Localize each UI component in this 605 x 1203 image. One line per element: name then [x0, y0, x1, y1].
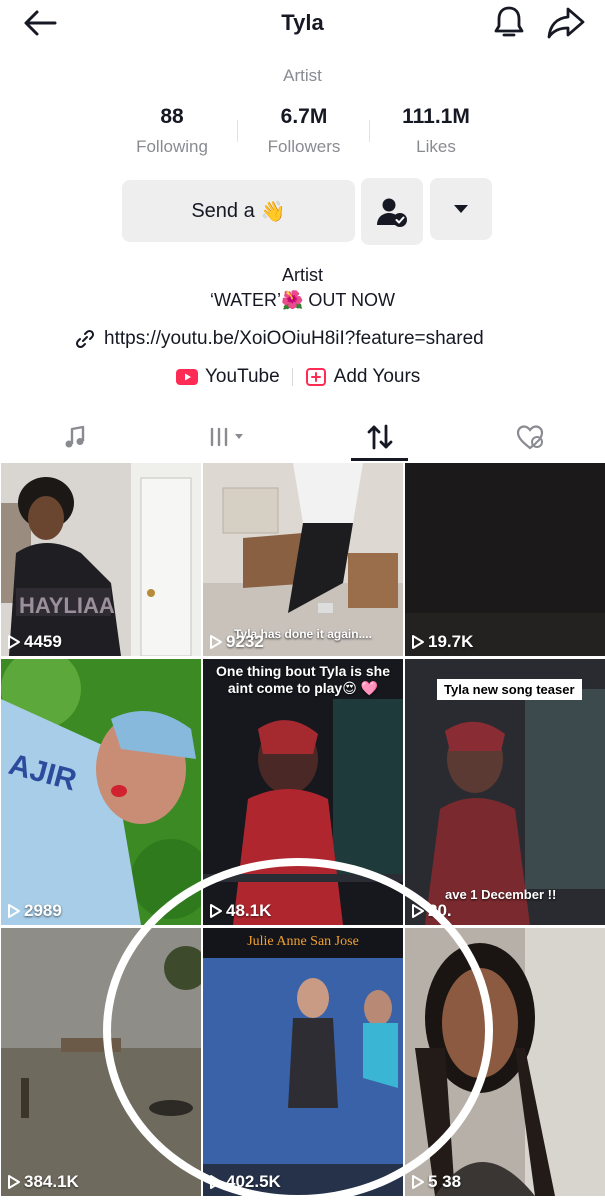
play-icon	[8, 1175, 20, 1189]
video-tile[interactable]: HAYLIAA 4459	[1, 463, 201, 656]
video-tile[interactable]: 5 38	[405, 928, 605, 1196]
svg-text:HAYLIAA: HAYLIAA	[19, 593, 115, 618]
bio-link[interactable]: https://youtu.be/XoiOOiuH8iI?feature=sha…	[74, 326, 484, 352]
bio-line-2: ‘WATER’🌺 OUT NOW	[209, 290, 396, 310]
video-caption: ave 1 December !!	[445, 887, 557, 902]
send-wave-label: Send a	[191, 199, 255, 222]
liked-hidden-icon	[516, 425, 544, 450]
tab-playlists[interactable]	[185, 413, 275, 461]
video-label: Tyla new song teaser	[437, 679, 582, 700]
view-count: 384.1K	[7, 1172, 79, 1192]
bio-link-text: https://youtu.be/XoiOOiuH8iI?feature=sha…	[104, 328, 484, 349]
likes-label: Likes	[416, 137, 456, 156]
active-tab-indicator	[351, 458, 408, 461]
video-thumbnail	[203, 928, 403, 1196]
bio-line-1: Artist	[281, 265, 323, 285]
video-thumbnail	[1, 928, 201, 1196]
profession-label: Artist	[283, 66, 322, 85]
play-icon	[8, 635, 20, 649]
caret-down-icon	[454, 205, 468, 213]
video-tile[interactable]: 384.1K	[1, 928, 201, 1196]
play-icon	[210, 1175, 222, 1189]
notification-bell-button[interactable]	[492, 4, 526, 40]
add-yours-chip-label: Add Yours	[333, 366, 421, 387]
play-icon	[412, 904, 424, 918]
view-count-text: 5 38	[428, 1172, 462, 1191]
youtube-chip-label: YouTube	[205, 366, 280, 387]
view-count: 402.5K	[209, 1172, 281, 1192]
view-count: 20.	[411, 901, 452, 921]
view-count: 4459	[7, 632, 62, 652]
video-caption: One thing bout Tyla is she aint come to …	[216, 663, 390, 696]
wave-emoji-icon: 👋	[260, 200, 286, 223]
video-thumbnail: AJIR	[1, 659, 201, 925]
repost-icon	[367, 424, 393, 450]
play-icon	[412, 1175, 424, 1189]
share-button[interactable]	[546, 6, 586, 40]
youtube-chip[interactable]: YouTube	[176, 366, 280, 388]
video-tile[interactable]: Julie Anne San Jose 402.5K	[203, 928, 403, 1196]
view-count-text: 4459	[24, 632, 62, 651]
view-count-text: 384.1K	[24, 1172, 79, 1191]
youtube-icon	[176, 369, 198, 385]
view-count-text: 20.	[428, 901, 452, 920]
video-tile[interactable]: Tyla new song teaser ave 1 December !! 2…	[405, 659, 605, 925]
followers-count: 6.7M	[280, 105, 328, 128]
video-thumbnail	[203, 659, 403, 925]
video-thumbnail: HAYLIAA	[1, 463, 201, 656]
tab-reposts[interactable]	[335, 413, 425, 461]
video-label: Julie Anne San Jose	[247, 934, 359, 949]
video-tile[interactable]: AJIR 2989	[1, 659, 201, 925]
video-tile[interactable]: Tyla has done it again.... 9232	[203, 463, 403, 656]
following-stat[interactable]: 88 Following	[112, 105, 232, 157]
following-count: 88	[160, 105, 184, 128]
view-count: 2989	[7, 901, 62, 921]
music-note-icon	[65, 425, 85, 448]
video-tile[interactable]: One thing bout Tyla is she aint come to …	[203, 659, 403, 925]
profile-chips: YouTube Add Yours	[176, 363, 420, 391]
play-icon	[412, 635, 424, 649]
suggested-accounts-button[interactable]	[430, 178, 492, 240]
view-count: 5 38	[411, 1172, 461, 1192]
video-thumbnail	[405, 928, 605, 1196]
view-count: 48.1K	[209, 901, 271, 921]
following-status-button[interactable]	[361, 178, 423, 245]
send-wave-button[interactable]: Send a 👋	[122, 180, 355, 242]
view-count: 19.7K	[411, 632, 473, 652]
tab-liked[interactable]	[485, 413, 575, 461]
view-count-text: 48.1K	[226, 901, 272, 920]
followers-label: Followers	[267, 137, 341, 156]
link-icon	[75, 329, 95, 349]
following-label: Following	[136, 137, 208, 156]
view-count-text: 19.7K	[428, 632, 474, 651]
chip-divider	[291, 368, 293, 386]
play-icon	[8, 904, 20, 918]
likes-stat[interactable]: 111.1M Likes	[376, 105, 496, 157]
add-yours-chip[interactable]: Add Yours	[305, 366, 421, 388]
play-icon	[210, 904, 222, 918]
likes-count: 111.1M	[402, 105, 470, 128]
tab-music[interactable]	[30, 413, 120, 461]
bars-dropdown-icon	[210, 427, 243, 447]
share-arrow-icon	[547, 7, 585, 39]
view-count-text: 402.5K	[226, 1172, 281, 1191]
view-count-text: 9232	[226, 632, 264, 651]
view-count: 9232	[209, 632, 264, 652]
bell-icon	[494, 6, 524, 37]
video-thumbnail	[405, 463, 605, 656]
add-yours-icon	[305, 368, 326, 386]
person-check-icon	[377, 198, 407, 227]
stat-divider	[369, 120, 370, 142]
followers-stat[interactable]: 6.7M Followers	[244, 105, 364, 157]
video-tile[interactable]: 19.7K	[405, 463, 605, 656]
play-icon	[210, 635, 222, 649]
stat-divider	[237, 120, 238, 142]
view-count-text: 2989	[24, 901, 62, 920]
